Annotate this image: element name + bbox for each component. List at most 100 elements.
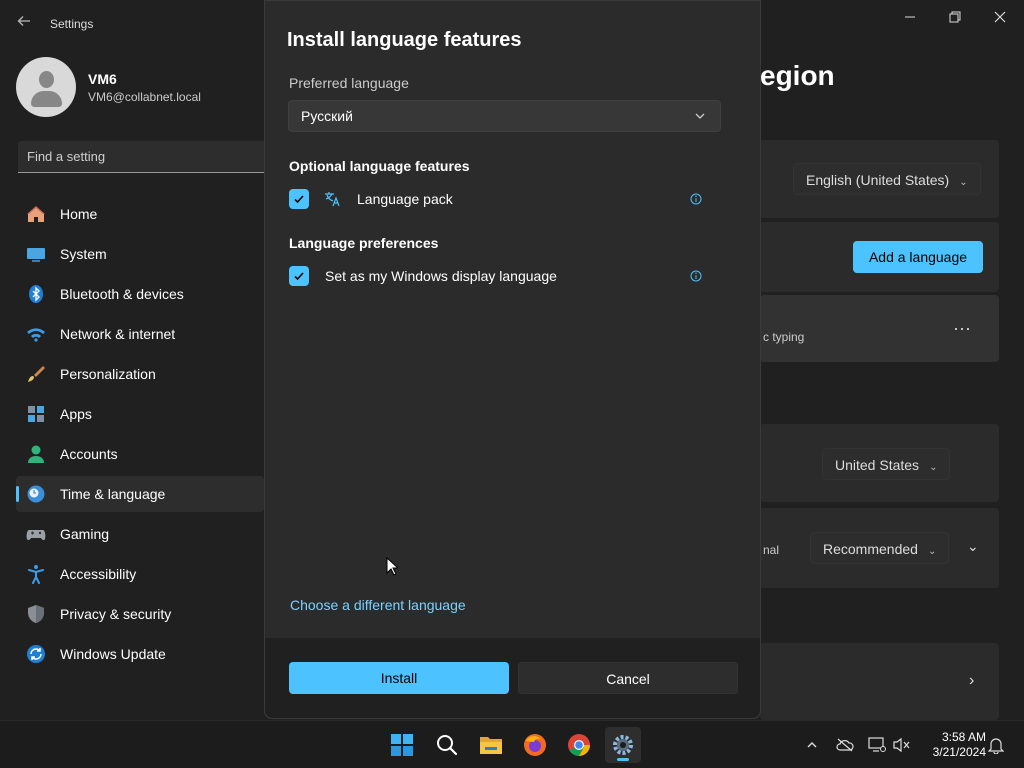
firefox-button[interactable] (517, 727, 553, 763)
preferred-language-select[interactable]: Русский (288, 100, 721, 132)
sidebar-item-system[interactable]: System (16, 236, 264, 272)
language-pack-option: Language pack (289, 188, 714, 210)
back-arrow-icon (17, 16, 30, 26)
onedrive-button[interactable] (835, 735, 855, 755)
sidebar-item-label: Accessibility (60, 566, 137, 582)
sidebar-item-privacy[interactable]: Privacy & security (16, 596, 264, 632)
install-button[interactable]: Install (289, 662, 509, 694)
accessibility-icon (26, 564, 46, 584)
sidebar-nav: Home System Bluetooth & devices Network … (16, 196, 264, 676)
regional-format-fragment: nal (763, 543, 780, 557)
search-input[interactable]: Find a setting (18, 141, 264, 173)
related-settings-card[interactable] (760, 643, 999, 720)
app-title: Settings (50, 17, 94, 31)
page-title: egion (760, 60, 835, 91)
apps-icon (26, 404, 46, 424)
update-icon (26, 644, 46, 664)
sidebar-item-network[interactable]: Network & internet (16, 316, 264, 352)
language-preferences-heading: Language preferences (289, 235, 439, 251)
settings-icon (613, 735, 633, 755)
mouse-cursor-icon (386, 557, 398, 576)
dropdown-value: Recommended (823, 541, 918, 557)
accounts-icon (26, 444, 46, 464)
avatar (16, 57, 76, 117)
info-icon[interactable] (690, 270, 702, 282)
sidebar-item-windows-update[interactable]: Windows Update (16, 636, 264, 672)
add-language-button[interactable]: Add a language (853, 241, 983, 273)
volume-muted-icon (893, 737, 910, 753)
windows-display-language-dropdown[interactable]: English (United States) ⌄ (793, 163, 981, 195)
language-pack-icon (325, 192, 340, 207)
chevron-down-icon: ⌄ (929, 462, 938, 473)
language-pack-checkbox[interactable] (289, 189, 309, 209)
time-language-icon (26, 484, 46, 504)
install-language-dialog: Install language features Preferred lang… (264, 0, 761, 719)
sidebar-item-apps[interactable]: Apps (16, 396, 264, 432)
dialog-footer: Install Cancel (265, 638, 760, 718)
system-icon (26, 244, 46, 264)
sidebar-item-accounts[interactable]: Accounts (16, 436, 264, 472)
back-button[interactable] (14, 14, 34, 34)
clock-time: 3:58 AM (941, 730, 986, 744)
cancel-button[interactable]: Cancel (518, 662, 738, 694)
display-language-checkbox[interactable] (289, 266, 309, 286)
checkmark-icon (294, 195, 304, 204)
wifi-icon (26, 324, 46, 344)
country-dropdown[interactable]: United States ⌄ (822, 448, 951, 480)
start-button[interactable] (384, 727, 420, 763)
sidebar-item-label: Apps (60, 406, 92, 422)
bluetooth-icon (26, 284, 46, 304)
sidebar-item-personalization[interactable]: Personalization (16, 356, 264, 392)
cloud-offline-icon (836, 738, 854, 752)
file-explorer-button[interactable] (473, 727, 509, 763)
sidebar-item-label: Bluetooth & devices (60, 286, 184, 302)
chrome-icon (568, 734, 590, 756)
user-profile[interactable]: VM6 VM6@collabnet.local (16, 57, 201, 117)
optional-features-heading: Optional language features (289, 158, 470, 174)
sidebar-item-time-language[interactable]: Time & language (16, 476, 264, 512)
language-item-subtitle: c typing (763, 330, 805, 344)
sidebar-item-accessibility[interactable]: Accessibility (16, 556, 264, 592)
chevron-down-icon: ⌄ (959, 177, 968, 188)
info-icon[interactable] (690, 193, 702, 205)
network-button[interactable] (867, 735, 887, 755)
chevron-down-icon (695, 113, 705, 119)
checkmark-icon (294, 272, 304, 281)
show-hidden-icons-button[interactable] (802, 735, 822, 755)
dropdown-value: United States (835, 457, 920, 473)
language-pack-label: Language pack (357, 191, 453, 207)
sidebar-item-bluetooth[interactable]: Bluetooth & devices (16, 276, 264, 312)
sidebar-item-home[interactable]: Home (16, 196, 264, 232)
restore-button[interactable] (935, 6, 975, 28)
sidebar-item-label: Personalization (60, 366, 156, 382)
home-icon (26, 204, 46, 224)
search-icon (437, 735, 458, 756)
display-language-option: Set as my Windows display language (289, 265, 714, 287)
network-icon (868, 737, 886, 752)
expand-chevron-icon[interactable]: ⌄ (967, 538, 979, 555)
sidebar-item-label: Windows Update (60, 646, 166, 662)
sidebar-item-label: Accounts (60, 446, 118, 462)
more-options-icon[interactable]: ··· (953, 318, 971, 339)
notifications-button[interactable] (986, 735, 1006, 755)
sidebar-item-label: Home (60, 206, 98, 222)
shield-icon (26, 604, 46, 624)
regional-format-dropdown[interactable]: Recommended ⌄ (810, 532, 950, 564)
volume-button[interactable] (892, 735, 912, 755)
taskbar-search-button[interactable] (429, 727, 465, 763)
chrome-button[interactable] (561, 727, 597, 763)
close-button[interactable] (980, 6, 1020, 28)
sidebar-item-gaming[interactable]: Gaming (16, 516, 264, 552)
firefox-icon (524, 734, 546, 756)
gamepad-icon (26, 524, 46, 544)
profile-email: VM6@collabnet.local (88, 89, 201, 104)
choose-different-language-link[interactable]: Choose a different language (290, 597, 466, 613)
bell-icon (988, 738, 1004, 754)
minimize-button[interactable] (890, 6, 930, 28)
chevron-up-icon (807, 742, 817, 748)
settings-taskbar-button[interactable] (605, 727, 641, 763)
clock[interactable]: 3:58 AM 3/21/2024 (920, 730, 986, 760)
minimize-icon (905, 16, 915, 18)
taskbar: 3:58 AM 3/21/2024 (0, 720, 1024, 768)
file-explorer-icon (480, 737, 502, 754)
